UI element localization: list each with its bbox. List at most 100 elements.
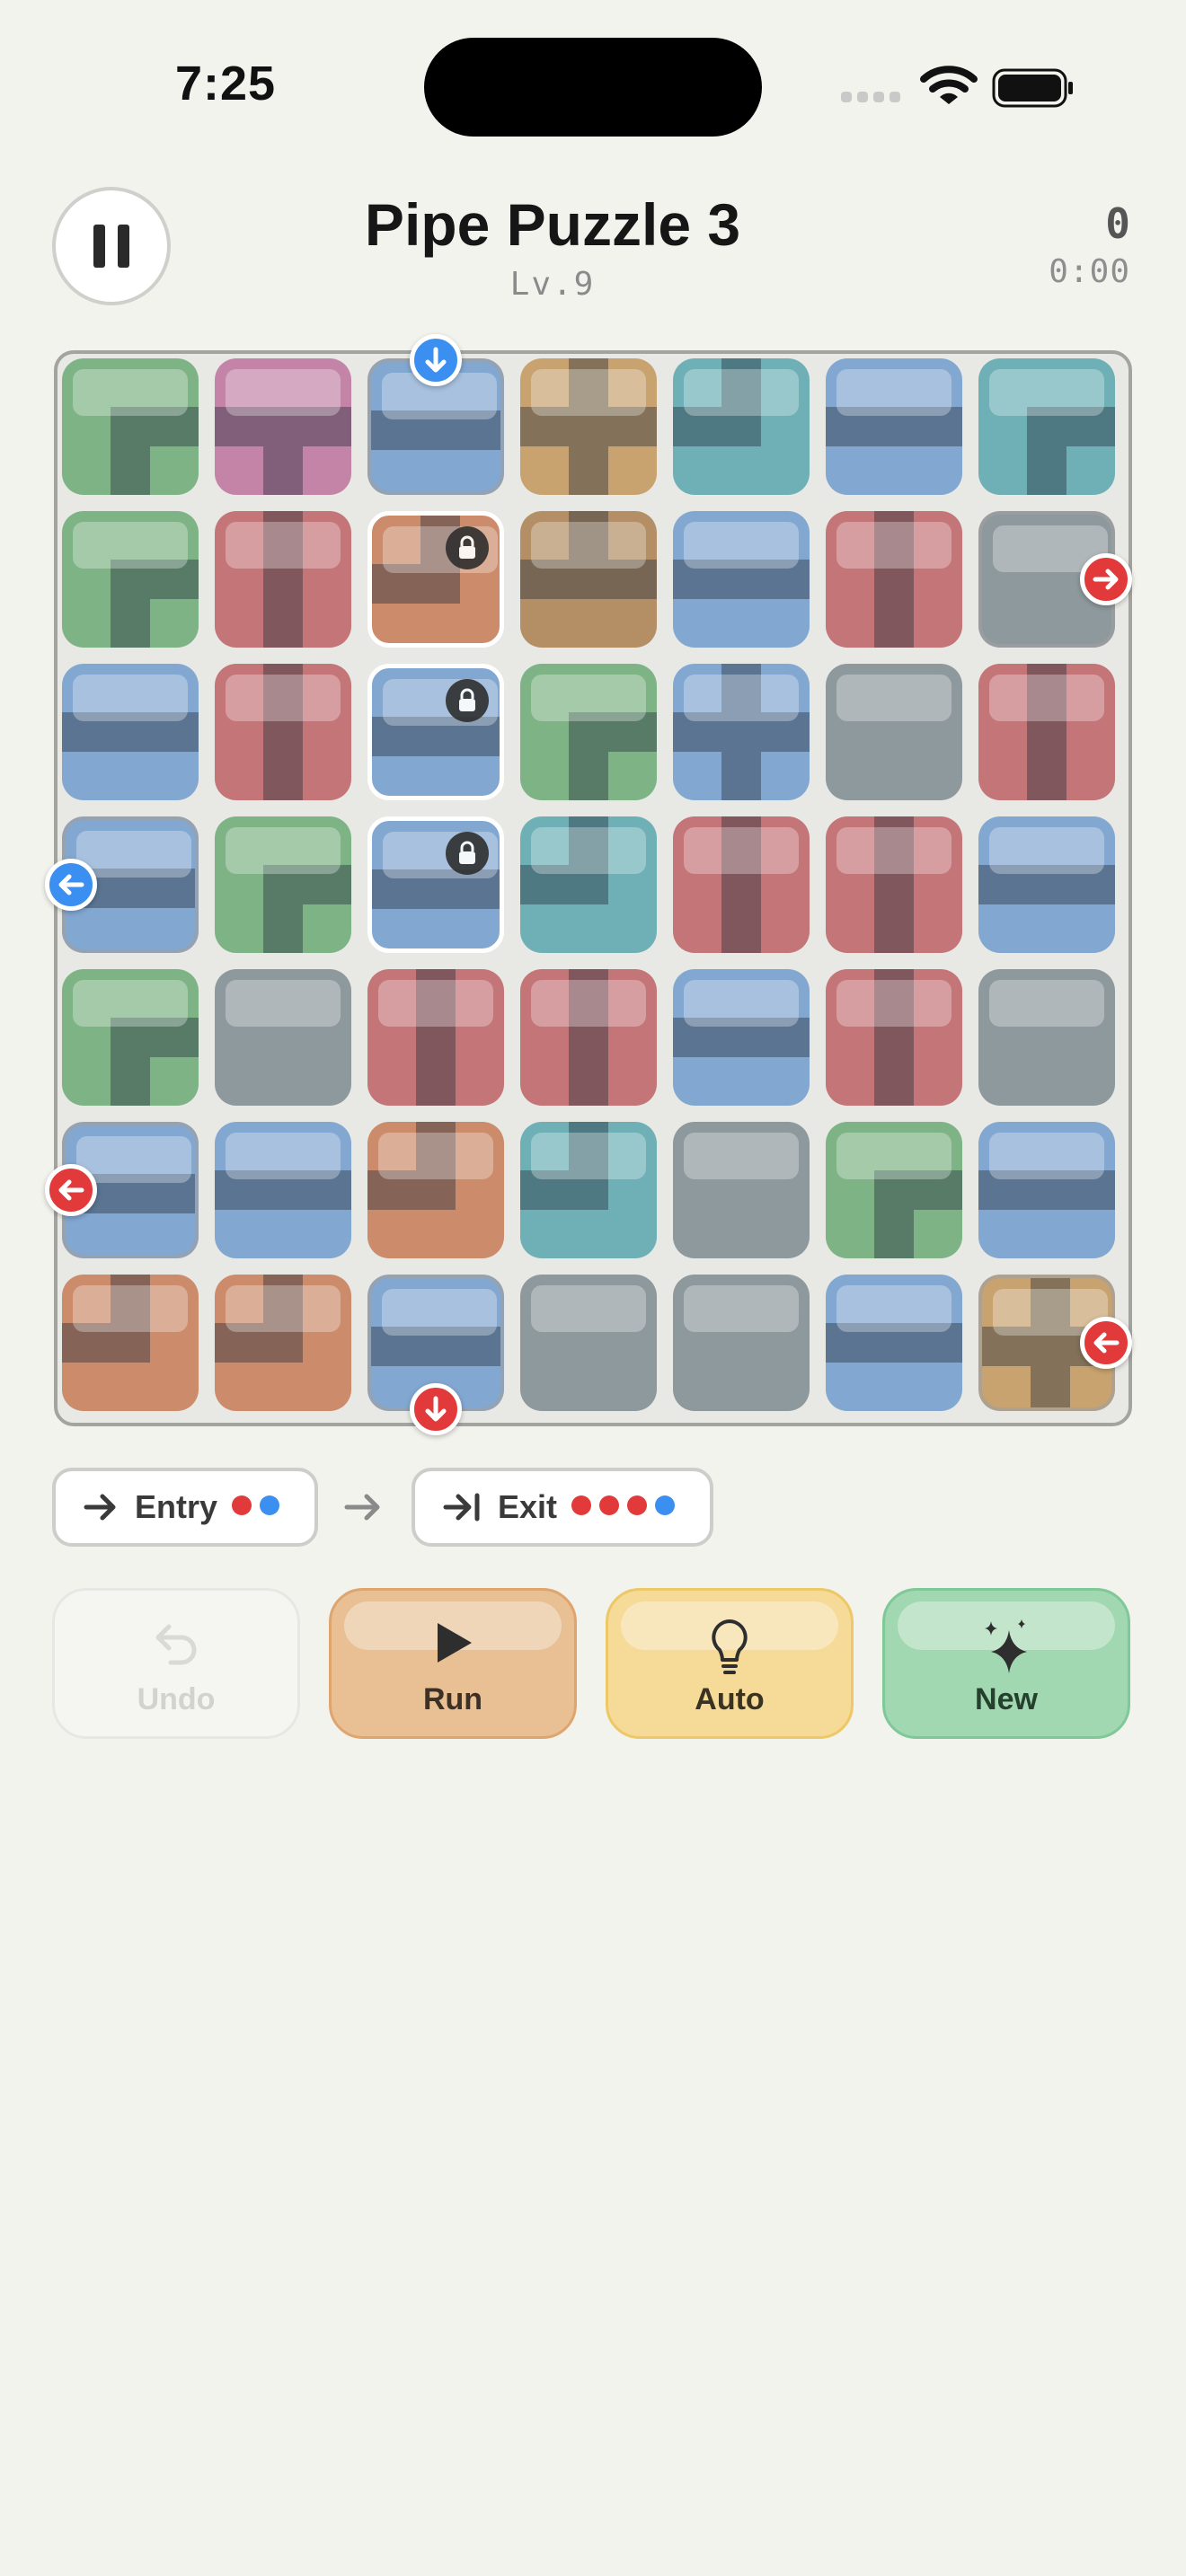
pipe-tile[interactable] bbox=[62, 969, 199, 1106]
tile-gloss bbox=[76, 831, 191, 878]
pipe-tile[interactable] bbox=[367, 969, 504, 1106]
pipe-tile[interactable] bbox=[215, 816, 351, 953]
pipe-tile[interactable] bbox=[673, 816, 810, 953]
pipe-tile[interactable] bbox=[826, 969, 962, 1106]
tile-gloss bbox=[989, 980, 1104, 1027]
pipe-tile[interactable] bbox=[520, 664, 657, 800]
pause-button[interactable] bbox=[52, 187, 171, 305]
score-value: 0 bbox=[1105, 199, 1130, 248]
tile-gloss bbox=[73, 522, 188, 569]
pipe-tile[interactable] bbox=[62, 511, 199, 648]
tile-gloss bbox=[836, 675, 951, 721]
tile-gloss bbox=[836, 1133, 951, 1179]
arrow-down-icon bbox=[425, 347, 447, 373]
tile-gloss bbox=[226, 369, 341, 416]
pipe-tile[interactable] bbox=[520, 1122, 657, 1258]
tile-gloss bbox=[989, 369, 1104, 416]
undo-icon bbox=[55, 1618, 297, 1668]
run-button[interactable]: Run bbox=[329, 1588, 577, 1739]
pipe-segment bbox=[1027, 446, 1067, 495]
lock-icon bbox=[446, 526, 489, 569]
status-time: 7:25 bbox=[175, 57, 277, 110]
pipe-tile[interactable] bbox=[673, 511, 810, 648]
tile-gloss bbox=[836, 1285, 951, 1332]
auto-button[interactable]: Auto bbox=[606, 1588, 854, 1739]
tile-gloss bbox=[531, 1285, 646, 1332]
pipe-tile[interactable] bbox=[978, 969, 1115, 1106]
pipe-tile[interactable] bbox=[978, 358, 1115, 495]
arrow-down-icon bbox=[425, 1396, 447, 1422]
pipe-tile[interactable] bbox=[215, 358, 351, 495]
pipe-tile[interactable] bbox=[978, 816, 1115, 953]
lock-icon bbox=[446, 679, 489, 722]
tile-gloss bbox=[73, 369, 188, 416]
pipe-tile[interactable] bbox=[826, 511, 962, 648]
pipe-tile[interactable] bbox=[367, 1122, 504, 1258]
page-title: Pipe Puzzle 3 bbox=[364, 191, 741, 258]
tile-gloss bbox=[378, 1133, 493, 1179]
entry-port-marker bbox=[45, 859, 97, 911]
entry-legend: Entry bbox=[52, 1468, 319, 1547]
pipe-tile[interactable] bbox=[62, 358, 199, 495]
tile-gloss bbox=[382, 1289, 497, 1336]
new-button[interactable]: New bbox=[882, 1588, 1130, 1739]
pipe-tile[interactable] bbox=[826, 1275, 962, 1411]
exit-port-marker bbox=[1080, 1317, 1132, 1369]
arrow-right-icon bbox=[84, 1494, 116, 1521]
tile-gloss bbox=[989, 1133, 1104, 1179]
undo-button[interactable]: Undo bbox=[52, 1588, 300, 1739]
pipe-tile[interactable] bbox=[978, 1122, 1115, 1258]
arrow-right-icon bbox=[344, 1494, 380, 1521]
pipe-segment bbox=[111, 599, 150, 648]
pipe-tile[interactable] bbox=[367, 511, 504, 648]
pipe-tile[interactable] bbox=[520, 969, 657, 1106]
pipe-tile[interactable] bbox=[215, 1275, 351, 1411]
pipe-tile[interactable] bbox=[215, 1122, 351, 1258]
pipe-tile[interactable] bbox=[520, 816, 657, 953]
tile-gloss bbox=[226, 1285, 341, 1332]
pipe-tile[interactable] bbox=[673, 664, 810, 800]
battery-icon bbox=[992, 68, 1073, 108]
pipe-segment bbox=[874, 1210, 914, 1258]
tile-gloss bbox=[684, 1133, 799, 1179]
entry-port-marker bbox=[410, 334, 462, 386]
pipe-tile[interactable] bbox=[673, 358, 810, 495]
cellular-signal-icon bbox=[841, 92, 900, 102]
pipe-tile[interactable] bbox=[520, 1275, 657, 1411]
pause-icon-bar bbox=[118, 225, 129, 268]
pipe-tile[interactable] bbox=[826, 816, 962, 953]
pipe-tile[interactable] bbox=[62, 664, 199, 800]
pipe-tile[interactable] bbox=[215, 969, 351, 1106]
tile-gloss bbox=[531, 827, 646, 874]
tile-gloss bbox=[531, 980, 646, 1027]
pipe-tile[interactable] bbox=[367, 664, 504, 800]
tile-gloss bbox=[378, 980, 493, 1027]
pipe-tile[interactable] bbox=[62, 1275, 199, 1411]
pipe-tile[interactable] bbox=[673, 969, 810, 1106]
arrow-left-icon bbox=[58, 1179, 84, 1201]
auto-label: Auto bbox=[695, 1682, 765, 1716]
sparkles-icon bbox=[885, 1618, 1128, 1677]
tile-gloss bbox=[836, 522, 951, 569]
pipe-segment bbox=[569, 752, 608, 800]
tile-gloss bbox=[684, 522, 799, 569]
arrow-left-icon bbox=[58, 874, 84, 895]
pipe-tile[interactable] bbox=[826, 1122, 962, 1258]
tile-gloss bbox=[684, 1285, 799, 1332]
pipe-tile[interactable] bbox=[673, 1122, 810, 1258]
pipe-tile[interactable] bbox=[826, 664, 962, 800]
port-color-dot bbox=[627, 1495, 648, 1515]
pipe-tile[interactable] bbox=[520, 358, 657, 495]
pipe-tile[interactable] bbox=[520, 511, 657, 648]
port-color-dot bbox=[260, 1495, 280, 1515]
tile-gloss bbox=[684, 675, 799, 721]
pipe-tile[interactable] bbox=[826, 358, 962, 495]
pipe-tile[interactable] bbox=[215, 511, 351, 648]
entry-dots bbox=[232, 1495, 288, 1520]
tile-gloss bbox=[226, 827, 341, 874]
pipe-tile[interactable] bbox=[215, 664, 351, 800]
pipe-tile[interactable] bbox=[673, 1275, 810, 1411]
tile-gloss bbox=[684, 980, 799, 1027]
pipe-tile[interactable] bbox=[367, 816, 504, 953]
pipe-tile[interactable] bbox=[978, 664, 1115, 800]
